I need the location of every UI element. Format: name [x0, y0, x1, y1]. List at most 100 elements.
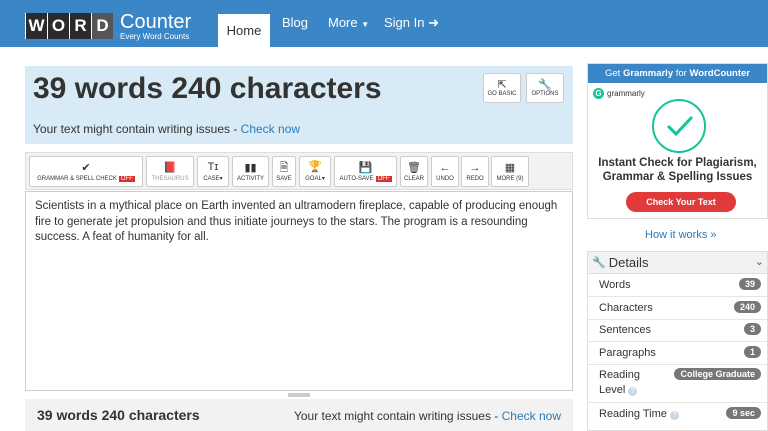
stats-footer: 39 words 240 characters Your text might …: [25, 399, 573, 431]
details-panel: 🔧 Details ⌄ Words 39 Characters 240 Sent…: [587, 251, 768, 431]
detail-value-badge: College Graduate: [674, 368, 761, 380]
help-icon[interactable]: ?: [628, 387, 638, 396]
check-circle-icon: [652, 99, 706, 153]
ad-header-brand: Grammarly: [622, 68, 674, 79]
wrench-icon: 🔧: [538, 79, 552, 91]
caret-down-icon: ▼: [361, 20, 370, 29]
logo-text[interactable]: Counter Every Word Counts: [120, 12, 191, 41]
detail-label-reading-time: Reading Time: [599, 408, 667, 420]
external-link-icon: ⇱: [497, 79, 507, 91]
logo-tile-w: W: [25, 13, 47, 39]
detail-row-sentences: Sentences 3: [588, 320, 767, 342]
thesaurus-button[interactable]: 📕 THESAURUS: [146, 156, 194, 187]
autosave-label: AUTO-SAVE OFF: [339, 175, 392, 182]
footer-title: 39 words 240 characters: [37, 407, 200, 423]
floppy-disk-icon: 💾: [358, 161, 373, 174]
goal-text: GOAL: [305, 176, 322, 182]
resize-handle[interactable]: [288, 393, 310, 397]
text-editor[interactable]: Scientists in a mythical place on Earth …: [25, 191, 573, 391]
check-your-text-button[interactable]: Check Your Text: [626, 192, 736, 212]
grammarly-brand-text: grammarly: [607, 89, 645, 98]
grammarly-brand: G grammarly: [593, 88, 645, 99]
nav-more[interactable]: More ▼: [328, 15, 369, 30]
details-header[interactable]: 🔧 Details ⌄: [588, 252, 767, 274]
detail-value-badge: 3: [743, 323, 761, 335]
hero-note: Your text might contain writing issues -…: [33, 122, 300, 136]
detail-label-level: Level: [599, 384, 626, 396]
nav-more-label: More: [328, 15, 358, 30]
ad-header-mid: for: [675, 68, 687, 79]
bar-chart-icon: ▮▮: [244, 161, 257, 174]
case-button[interactable]: Tɪ CASE▾: [197, 156, 229, 187]
detail-row-reading-level: Reading Level ? College Graduate: [588, 365, 767, 403]
footer-note-text: Your text might contain writing issues -: [293, 409, 499, 423]
grammarly-ad[interactable]: Get Grammarly for WordCounter G grammarl…: [587, 63, 768, 219]
detail-label: Reading Time ?: [599, 408, 679, 420]
checkmark-icon: ✔: [81, 161, 91, 174]
nav-signin[interactable]: Sign In ➜: [384, 15, 439, 31]
footer-note: Your text might contain writing issues -…: [294, 409, 561, 423]
activity-button[interactable]: ▮▮ ACTIVITY: [232, 156, 269, 187]
save-label: SAVE: [276, 175, 292, 182]
clear-button[interactable]: 🗑 CLEAR: [400, 156, 428, 187]
check-now-link[interactable]: Check now: [241, 122, 300, 136]
undo-button[interactable]: ← UNDO: [431, 156, 459, 187]
logo-tile-r: R: [69, 13, 91, 39]
save-button[interactable]: 🗎 SAVE: [272, 156, 296, 187]
redo-button[interactable]: → REDO: [461, 156, 489, 187]
text-case-icon: Tɪ: [207, 161, 219, 173]
detail-label: Characters: [599, 302, 653, 314]
goal-button[interactable]: 🏆 GOAL▾: [299, 156, 331, 187]
nav-home[interactable]: Home: [218, 14, 270, 47]
clear-label: CLEAR: [403, 175, 424, 182]
options-label: OPTIONS: [531, 91, 559, 97]
activity-label: ACTIVITY: [236, 175, 264, 182]
autosave-off-badge: OFF: [375, 175, 392, 182]
grammar-check-button[interactable]: ✔ GRAMMAR & SPELL CHECK OFF: [29, 156, 143, 187]
go-basic-label: GO BASIC: [487, 91, 517, 97]
logo[interactable]: W O R D: [25, 13, 113, 39]
detail-value-badge: 39: [738, 278, 761, 290]
hero-panel: 39 words 240 characters Your text might …: [25, 66, 573, 144]
redo-label: REDO: [466, 175, 484, 182]
hero-note-text: Your text might contain writing issues -: [33, 122, 238, 136]
help-icon[interactable]: ?: [669, 411, 679, 420]
chevron-down-icon: ⌄: [754, 256, 764, 268]
footer-check-now-link[interactable]: Check now: [502, 409, 561, 423]
nav-signin-label: Sign In: [384, 15, 425, 30]
trophy-icon: 🏆: [308, 161, 322, 173]
go-basic-button[interactable]: ⇱ GO BASIC: [483, 73, 521, 103]
arrow-left-icon: ←: [439, 161, 451, 174]
detail-row-reading-time: Reading Time ? 9 sec: [588, 403, 767, 428]
detail-row-words: Words 39: [588, 274, 767, 297]
more-tools-button[interactable]: ▦ MORE (9): [491, 156, 529, 187]
options-button[interactable]: 🔧 OPTIONS: [526, 73, 564, 103]
book-icon: 📕: [163, 161, 177, 174]
ad-headline: Instant Check for Plagiarism, Grammar & …: [598, 157, 757, 183]
nav-blog[interactable]: Blog: [282, 15, 308, 30]
thesaurus-label: THESAURUS: [151, 175, 189, 182]
goal-label: GOAL▾: [305, 176, 325, 182]
detail-value-badge: 1: [743, 346, 761, 358]
trash-icon: 🗑: [407, 161, 421, 174]
autosave-button[interactable]: 💾 AUTO-SAVE OFF: [334, 156, 397, 187]
logo-tagline: Every Word Counts: [120, 32, 190, 41]
grammar-check-text: GRAMMAR & SPELL CHECK: [37, 175, 117, 182]
detail-row-paragraphs: Paragraphs 1: [588, 342, 767, 365]
how-it-works-link[interactable]: How it works »: [645, 229, 717, 241]
page-title: 39 words 240 characters: [33, 72, 382, 105]
more-tools-label: MORE (9): [496, 175, 524, 182]
grammar-check-label: GRAMMAR & SPELL CHECK OFF: [37, 175, 135, 182]
detail-row-characters: Characters 240: [588, 297, 767, 320]
undo-label: UNDO: [436, 175, 454, 182]
ad-header-site: WordCounter: [689, 68, 750, 79]
logo-tile-d: D: [91, 13, 113, 39]
detail-value-badge: 240: [733, 301, 761, 313]
detail-label: Reading: [599, 369, 640, 381]
details-title: Details: [608, 255, 649, 270]
detail-label: Paragraphs: [599, 347, 656, 359]
case-label: CASE▾: [203, 176, 223, 182]
grid-icon: ▦: [504, 161, 516, 174]
detail-value-badge: 9 sec: [726, 407, 761, 419]
ad-header-prefix: Get: [604, 68, 621, 79]
